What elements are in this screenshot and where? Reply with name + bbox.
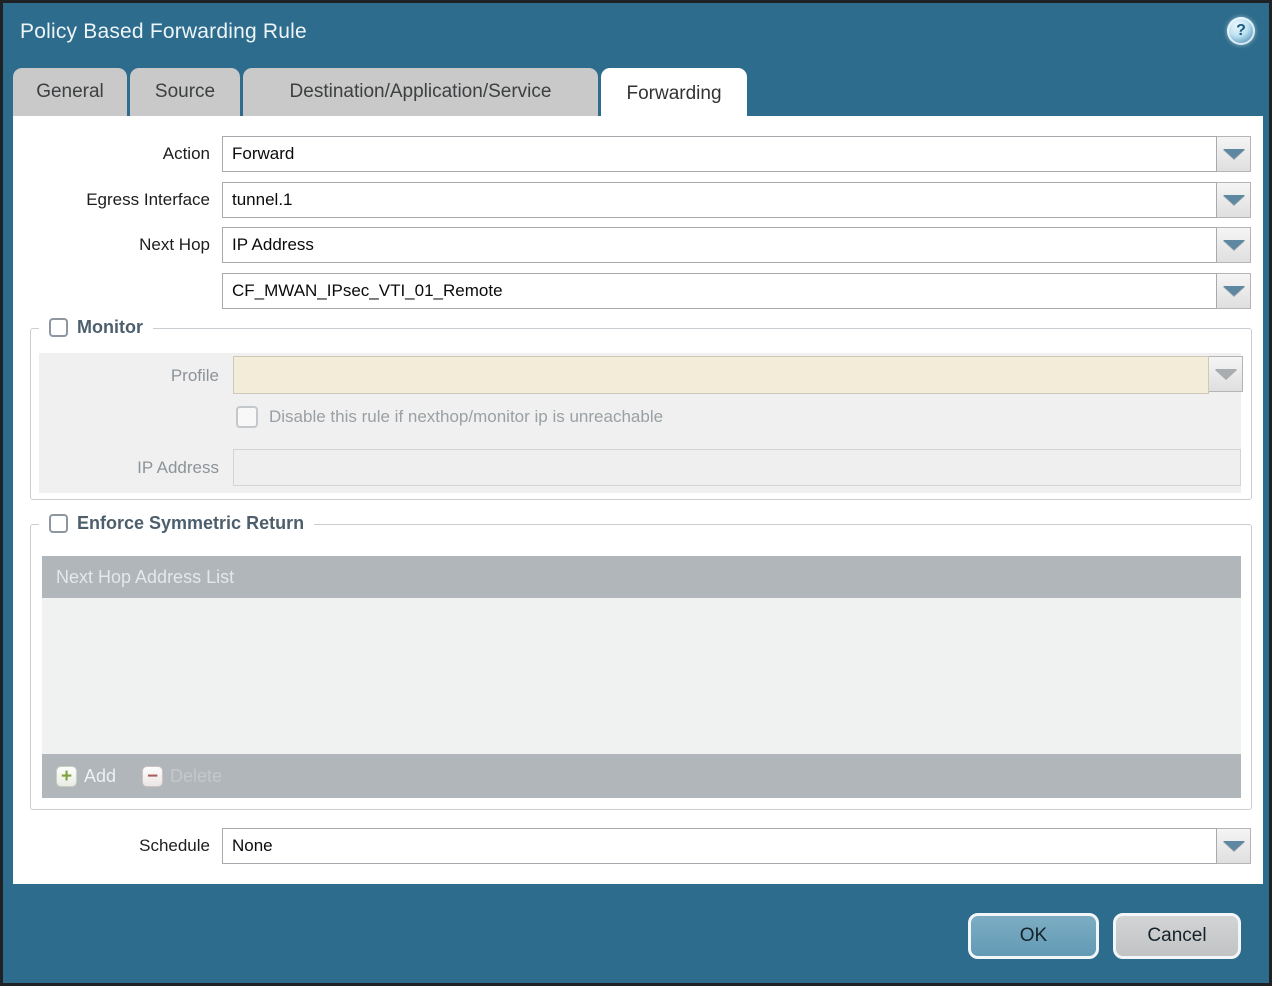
egress-interface-value[interactable]: tunnel.1: [222, 182, 1217, 218]
tab-destination-application-service[interactable]: Destination/Application/Service: [243, 68, 598, 116]
enforce-symmetric-return-label: Enforce Symmetric Return: [77, 513, 304, 534]
chevron-down-icon: [1223, 195, 1245, 205]
chevron-down-icon: [1223, 841, 1245, 851]
profile-dropdown: [233, 356, 1243, 394]
delete-button-label: Delete: [170, 766, 222, 787]
egress-interface-dropdown: tunnel.1: [222, 182, 1251, 218]
add-button[interactable]: + Add: [56, 766, 116, 787]
ok-button[interactable]: OK: [968, 913, 1099, 959]
next-hop-address-list-header: Next Hop Address List: [42, 556, 1241, 598]
next-hop-address-list-table: Next Hop Address List + Add − Delete: [42, 556, 1241, 798]
monitor-panel: Profile Disable this rule if nexthop/mon…: [39, 353, 1241, 493]
add-button-label: Add: [84, 766, 116, 787]
next-hop-address-value[interactable]: CF_MWAN_IPsec_VTI_01_Remote: [222, 273, 1217, 309]
disable-rule-checkbox[interactable]: [236, 406, 258, 428]
action-value[interactable]: Forward: [222, 136, 1217, 172]
forwarding-tab-panel: Action Forward Egress Interface tunnel.1…: [13, 116, 1263, 884]
monitor-ip-address-label: IP Address: [39, 458, 219, 478]
next-hop-address-list-body: [42, 598, 1241, 754]
enforce-symmetric-return-legend: Enforce Symmetric Return: [39, 513, 314, 534]
next-hop-row: Next Hop: [13, 227, 210, 263]
tab-bar: General Source Destination/Application/S…: [13, 68, 747, 120]
egress-interface-label: Egress Interface: [13, 182, 210, 218]
help-icon[interactable]: ?: [1227, 17, 1255, 45]
monitor-legend-label: Monitor: [77, 317, 143, 338]
delete-icon: −: [142, 766, 163, 787]
enforce-symmetric-return-section: Enforce Symmetric Return Next Hop Addres…: [30, 524, 1252, 810]
chevron-down-icon: [1223, 149, 1245, 159]
chevron-down-icon: [1223, 286, 1245, 296]
dialog-title: Policy Based Forwarding Rule: [20, 20, 307, 44]
egress-interface-row: Egress Interface: [13, 182, 210, 218]
monitor-legend: Monitor: [39, 317, 153, 338]
chevron-down-icon: [1223, 240, 1245, 250]
action-dropdown: Forward: [222, 136, 1251, 172]
cancel-button[interactable]: Cancel: [1113, 913, 1241, 959]
next-hop-value[interactable]: IP Address: [222, 227, 1217, 263]
add-icon: +: [56, 766, 77, 787]
next-hop-address-list-toolbar: + Add − Delete: [42, 754, 1241, 798]
schedule-dropdown-button[interactable]: [1217, 828, 1251, 864]
next-hop-dropdown-button[interactable]: [1217, 227, 1251, 263]
tab-source[interactable]: Source: [130, 68, 240, 116]
next-hop-dropdown: IP Address: [222, 227, 1251, 263]
next-hop-address-dropdown-button[interactable]: [1217, 273, 1251, 309]
next-hop-label: Next Hop: [13, 227, 210, 263]
tab-general[interactable]: General: [13, 68, 127, 116]
schedule-label: Schedule: [13, 828, 210, 864]
pbf-rule-dialog: Policy Based Forwarding Rule ? General S…: [0, 0, 1272, 986]
profile-value[interactable]: [233, 356, 1209, 394]
disable-rule-row: Disable this rule if nexthop/monitor ip …: [236, 406, 663, 428]
profile-dropdown-button[interactable]: [1209, 356, 1243, 392]
chevron-down-icon: [1215, 369, 1237, 379]
egress-interface-dropdown-button[interactable]: [1217, 182, 1251, 218]
action-label: Action: [13, 136, 210, 172]
monitor-checkbox[interactable]: [49, 318, 68, 337]
disable-rule-label: Disable this rule if nexthop/monitor ip …: [269, 407, 663, 427]
action-dropdown-button[interactable]: [1217, 136, 1251, 172]
tab-forwarding[interactable]: Forwarding: [601, 68, 747, 120]
schedule-row: Schedule: [13, 828, 210, 864]
schedule-dropdown: None: [222, 828, 1251, 864]
monitor-ip-address-input[interactable]: [233, 449, 1241, 486]
action-row: Action: [13, 136, 210, 172]
schedule-value[interactable]: None: [222, 828, 1217, 864]
next-hop-address-dropdown: CF_MWAN_IPsec_VTI_01_Remote: [222, 273, 1251, 309]
monitor-section: Monitor Profile Disable this rule if nex…: [30, 328, 1252, 500]
profile-label: Profile: [39, 366, 219, 386]
enforce-symmetric-return-checkbox[interactable]: [49, 514, 68, 533]
delete-button[interactable]: − Delete: [142, 766, 222, 787]
